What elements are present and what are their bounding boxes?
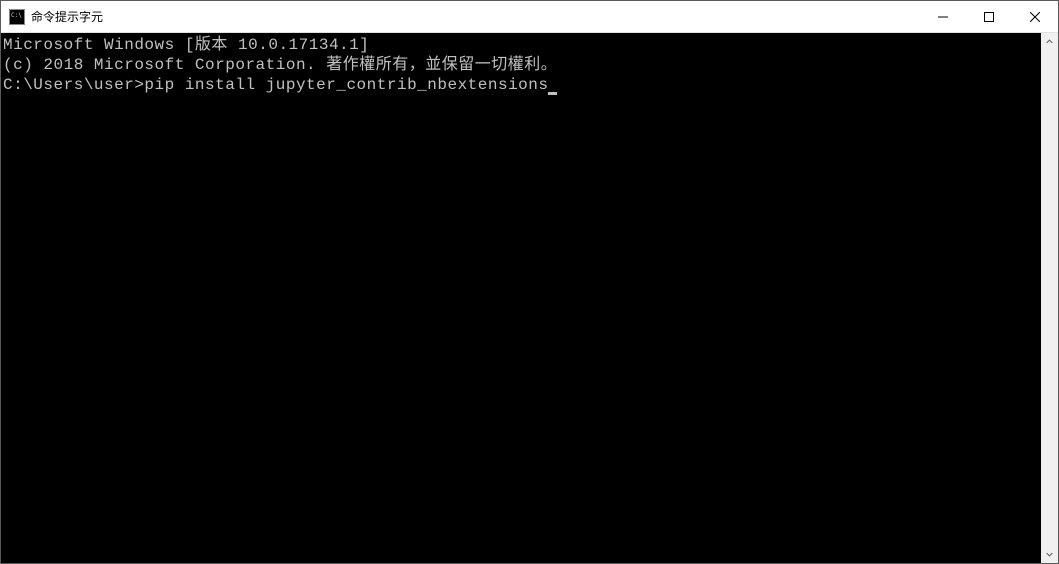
maximize-button[interactable] xyxy=(966,1,1012,32)
close-icon xyxy=(1030,12,1040,22)
titlebar[interactable]: 命令提示字元 xyxy=(1,1,1058,33)
content-area: Microsoft Windows [版本 10.0.17134.1](c) 2… xyxy=(1,33,1058,563)
prompt-text: C:\Users\user> xyxy=(3,76,144,94)
terminal-line: Microsoft Windows [版本 10.0.17134.1] xyxy=(3,35,1041,55)
scroll-track[interactable] xyxy=(1041,50,1058,546)
app-icon xyxy=(9,9,25,25)
terminal-line: (c) 2018 Microsoft Corporation. 著作權所有，並保… xyxy=(3,55,1041,75)
scroll-down-button[interactable] xyxy=(1041,546,1058,563)
close-button[interactable] xyxy=(1012,1,1058,32)
window-controls xyxy=(920,1,1058,32)
command-text: pip install jupyter_contrib_nbextensions xyxy=(144,76,548,94)
terminal-output[interactable]: Microsoft Windows [版本 10.0.17134.1](c) 2… xyxy=(1,33,1041,563)
minimize-button[interactable] xyxy=(920,1,966,32)
terminal-prompt-line: C:\Users\user>pip install jupyter_contri… xyxy=(3,75,1041,95)
scroll-thumb[interactable] xyxy=(1041,50,1058,546)
command-prompt-window: 命令提示字元 Microsoft Windows [版本 10.0.17134.… xyxy=(0,0,1059,564)
cursor xyxy=(548,92,557,95)
window-title: 命令提示字元 xyxy=(31,8,920,25)
chevron-down-icon xyxy=(1046,551,1053,558)
minimize-icon xyxy=(938,12,948,22)
vertical-scrollbar[interactable] xyxy=(1041,33,1058,563)
chevron-up-icon xyxy=(1046,38,1053,45)
scroll-up-button[interactable] xyxy=(1041,33,1058,50)
maximize-icon xyxy=(984,12,994,22)
